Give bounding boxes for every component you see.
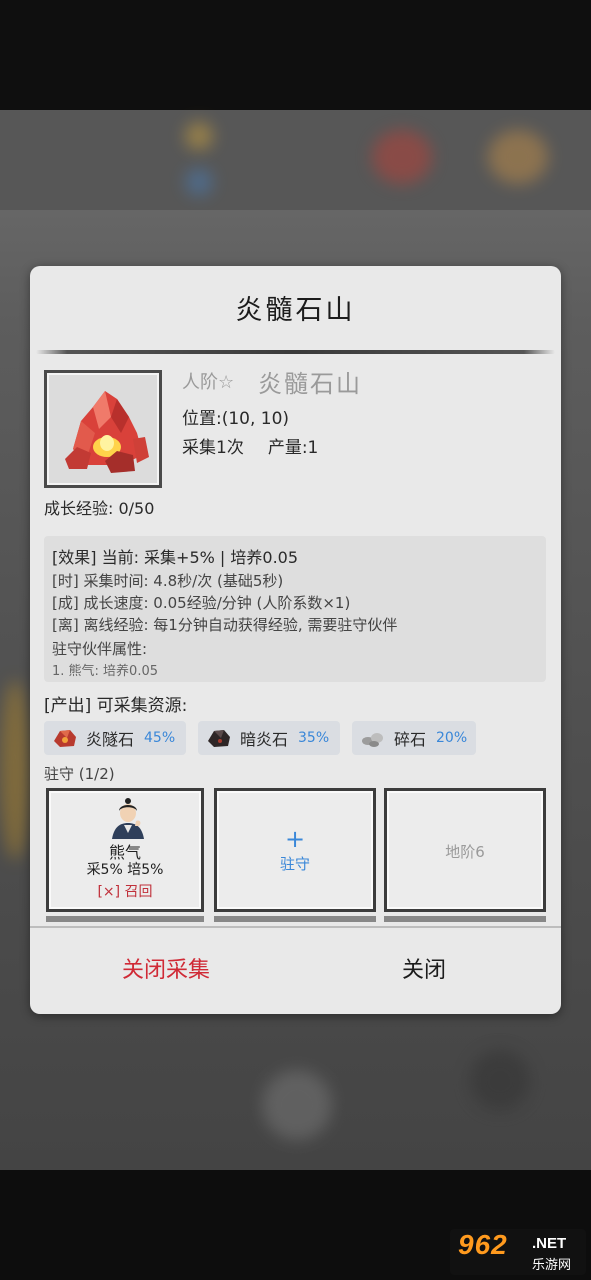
resource-percent: 35% [298, 730, 330, 746]
effect-current: [效果] 当前: 采集+5% | 培养0.05 [52, 548, 299, 567]
watermark-net: .NET [532, 1235, 567, 1252]
resource-name: 炎隧石 [86, 730, 135, 749]
background-blob [470, 1050, 530, 1110]
watermark-logo: 962 .NET 乐游网 [450, 1229, 586, 1275]
close-button[interactable]: 关闭 [324, 938, 524, 998]
dark-ore-icon [208, 730, 230, 747]
background-blob [262, 1070, 332, 1140]
resource-percent: 20% [436, 730, 468, 746]
dialog-title: 炎髓石山 [235, 295, 356, 326]
background-blob [488, 130, 548, 184]
background-blob [372, 130, 432, 184]
guard-count-label: 驻守 (1/2) [44, 765, 115, 783]
background-blob [0, 680, 30, 860]
rank-label: 人阶☆ [182, 372, 235, 393]
guard-slot-locked: 地阶6 [384, 788, 546, 912]
background-top-band [0, 0, 591, 110]
guard-slot-occupied[interactable]: 熊气 采5% 培5% [×] 召回 [46, 788, 204, 912]
effect-growth: [成] 成长速度: 0.05经验/分钟 (人阶系数×1) [52, 594, 351, 612]
output-amount: 产量:1 [267, 438, 319, 458]
resource-chip: 炎隧石 45% [44, 721, 186, 755]
gather-info: 采集1次 产量:1 [182, 433, 318, 458]
produce-label: [产出] 可采集资源: [44, 696, 188, 716]
hero-avatar-icon [112, 798, 144, 839]
resource-percent: 45% [144, 730, 176, 746]
resource-name: 碎石 [394, 730, 427, 749]
slot-underline [46, 916, 204, 922]
partner-attr-item: 1. 熊气: 培养0.05 [52, 664, 158, 679]
background-blob [185, 168, 213, 196]
item-name: 炎髓石山 [258, 370, 362, 398]
watermark-sub: 乐游网 [532, 1258, 572, 1273]
fire-ore-mountain-icon [65, 391, 149, 473]
locked-requirement: 地阶6 [445, 843, 485, 861]
station-label: 驻守 [279, 855, 310, 873]
resource-chip: 暗炎石 35% [198, 721, 340, 755]
background-blob [185, 122, 213, 150]
gravel-icon [362, 733, 383, 747]
gather-count: 采集1次 [182, 438, 244, 458]
hero-stats: 采5% 培5% [86, 862, 164, 878]
add-guard-icon: + [284, 825, 306, 853]
slot-underline [384, 916, 546, 922]
resource-name: 暗炎石 [240, 730, 289, 749]
watermark-number: 962 [458, 1229, 508, 1260]
item-icon-frame [44, 370, 162, 488]
button-separator [30, 926, 561, 928]
mine-detail-dialog: 炎髓石山 人阶☆ 炎髓石山 位置:(10, 10) 采集1次 产量:1 成长经验:… [30, 266, 561, 1014]
position-label: 位置:(10, 10) [182, 409, 290, 429]
effect-panel: [效果] 当前: 采集+5% | 培养0.05 [时] 采集时间: 4.8秒/次… [44, 536, 546, 682]
guard-slot-empty[interactable]: + 驻守 [214, 788, 376, 912]
resource-chip: 碎石 20% [352, 721, 476, 755]
effect-offline: [离] 离线经验: 每1分钟自动获得经验, 需要驻守伙伴 [52, 616, 398, 634]
red-ore-icon [54, 730, 76, 747]
close-gather-button[interactable]: 关闭采集 [66, 938, 266, 998]
effect-time: [时] 采集时间: 4.8秒/次 (基础5秒) [52, 572, 284, 590]
growth-exp: 成长经验: 0/50 [44, 499, 155, 518]
slot-underline [214, 916, 376, 922]
recall-button[interactable]: [×] 召回 [49, 881, 201, 901]
partner-attr-title: 驻守伙伴属性: [52, 640, 148, 658]
title-divider [36, 350, 555, 354]
